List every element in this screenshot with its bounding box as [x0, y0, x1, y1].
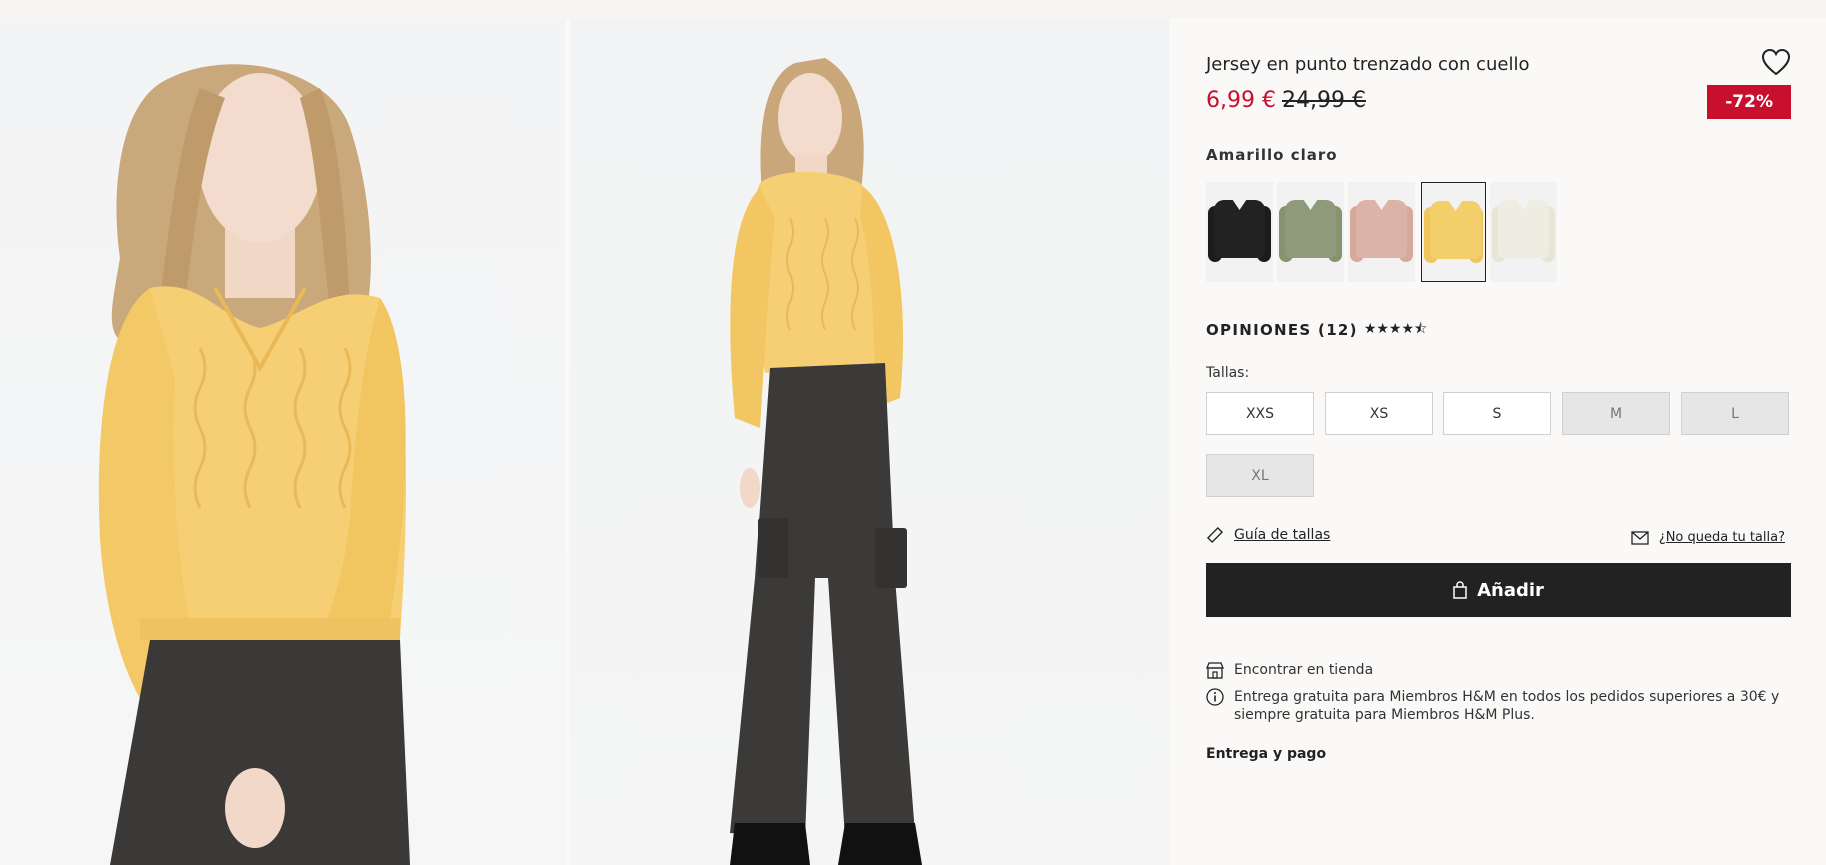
product-info-panel: Jersey en punto trenzado con cuello 6,99… [1206, 18, 1791, 865]
size-guide-link[interactable]: Guía de tallas [1206, 526, 1330, 544]
free-delivery-line-1: Entrega gratuita para Miembros H&M en to… [1234, 689, 1780, 705]
swatch-sage[interactable] [1277, 182, 1344, 282]
wishlist-heart-icon[interactable] [1761, 48, 1791, 76]
size-l[interactable]: L [1681, 392, 1789, 435]
color-swatches [1206, 182, 1557, 282]
no-fit-link[interactable]: ¿No queda tu talla? [1631, 530, 1785, 545]
product-title: Jersey en punto trenzado con cuello [1206, 54, 1530, 75]
selected-color-name: Amarillo claro [1206, 146, 1338, 164]
reviews-link[interactable]: OPINIONES (12) ★★★★⯪ [1206, 318, 1427, 342]
sale-price: 6,99 € [1206, 88, 1276, 113]
reviews-label: OPINIONES (12) [1206, 321, 1358, 339]
swatch-pink[interactable] [1348, 182, 1415, 282]
find-in-store-label: Encontrar en tienda [1234, 662, 1374, 678]
product-image-closeup[interactable] [0, 18, 565, 865]
free-delivery-line-2: siempre gratuita para Miembros H&M Plus. [1234, 707, 1535, 723]
delivery-payment-link[interactable]: Entrega y pago [1206, 746, 1326, 762]
find-in-store-link[interactable]: Encontrar en tienda [1206, 661, 1373, 679]
mail-icon [1631, 530, 1649, 545]
rating-stars-icon: ★★★★⯪ [1363, 321, 1428, 337]
size-s[interactable]: S [1443, 392, 1551, 435]
size-xl[interactable]: XL [1206, 454, 1314, 497]
info-icon [1206, 688, 1224, 706]
swatch-cream[interactable] [1490, 182, 1557, 282]
ruler-icon [1206, 526, 1224, 544]
sizes-label: Tallas: [1206, 365, 1250, 381]
discount-badge: -72% [1707, 85, 1791, 119]
product-image-fullbody[interactable] [570, 18, 1169, 865]
add-button-label: Añadir [1477, 579, 1544, 601]
size-guide-label: Guía de tallas [1234, 527, 1331, 543]
store-icon [1206, 662, 1224, 679]
price-row: 6,99 € 24,99 € [1206, 88, 1366, 113]
original-price: 24,99 € [1281, 88, 1366, 113]
swatch-yellow-selected[interactable] [1421, 182, 1486, 282]
shopping-bag-icon [1453, 581, 1467, 599]
size-m[interactable]: M [1562, 392, 1670, 435]
top-bar [0, 0, 1826, 18]
size-xxs[interactable]: XXS [1206, 392, 1314, 435]
size-xs[interactable]: XS [1325, 392, 1433, 435]
swatch-black[interactable] [1206, 182, 1273, 282]
no-fit-label: ¿No queda tu talla? [1658, 530, 1785, 545]
add-to-cart-button[interactable]: Añadir [1206, 563, 1791, 617]
free-delivery-info: Entrega gratuita para Miembros H&M en to… [1206, 688, 1779, 724]
